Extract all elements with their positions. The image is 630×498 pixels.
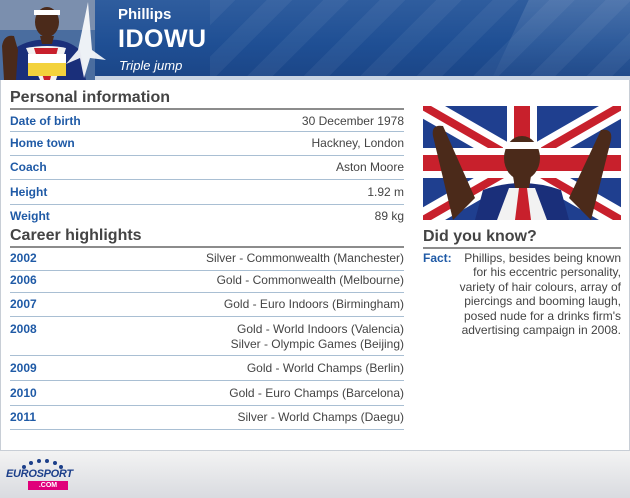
career-result-line: Gold - World Indoors (Valencia) xyxy=(237,322,404,336)
career-highlights-heading: Career highlights xyxy=(10,227,404,248)
info-label: Date of birth xyxy=(10,114,81,128)
info-value: 1.92 m xyxy=(367,185,404,199)
career-result-line: Silver - Olympic Games (Beijing) xyxy=(230,337,404,351)
career-row-2009: 2009 Gold - World Champs (Berlin) xyxy=(10,361,404,381)
career-year: 2010 xyxy=(10,386,37,400)
info-row-home-town: Home town Hackney, London xyxy=(10,136,404,156)
info-row-date-of-birth: Date of birth 30 December 1978 xyxy=(10,114,404,132)
info-label: Home town xyxy=(10,136,75,150)
career-row-2006: 2006 Gold - Commonwealth (Melbourne) xyxy=(10,273,404,293)
career-year: 2007 xyxy=(10,297,37,311)
career-year: 2011 xyxy=(10,410,37,424)
career-result: Gold - Commonwealth (Melbourne) xyxy=(216,273,404,287)
career-row-2010: 2010 Gold - Euro Champs (Barcelona) xyxy=(10,386,404,406)
career-result: Gold - Euro Champs (Barcelona) xyxy=(229,386,404,400)
star-decoration xyxy=(66,2,106,78)
career-year: 2008 xyxy=(10,322,37,336)
footer-bar xyxy=(0,450,630,498)
did-you-know-heading: Did you know? xyxy=(423,228,621,249)
career-year: 2002 xyxy=(10,251,37,265)
info-value: Aston Moore xyxy=(335,160,404,174)
athlete-event: Triple jump xyxy=(119,58,183,73)
career-row-2007: 2007 Gold - Euro Indoors (Birmingham) xyxy=(10,297,404,317)
info-label: Weight xyxy=(10,209,50,223)
info-label: Coach xyxy=(10,160,47,174)
info-value: 89 kg xyxy=(374,209,404,223)
career-year: 2009 xyxy=(10,361,37,375)
career-result: Gold - World Champs (Berlin) xyxy=(246,361,404,375)
athlete-last-name: IDOWU xyxy=(118,25,207,53)
career-row-2002: 2002 Silver - Commonwealth (Manchester) xyxy=(10,251,404,271)
fact-text: Phillips, besides being known for his ec… xyxy=(459,251,621,338)
career-row-2011: 2011 Silver - World Champs (Daegu) xyxy=(10,410,404,430)
logo-text: EUROSPORT xyxy=(6,468,73,480)
info-row-weight: Weight 89 kg xyxy=(10,209,404,227)
info-row-height: Height 1.92 m xyxy=(10,185,404,205)
eurosport-logo[interactable]: EUROSPORT .COM xyxy=(4,456,74,492)
personal-info-heading: Personal information xyxy=(10,89,404,110)
career-result: Gold - World Indoors (Valencia) Silver -… xyxy=(231,322,404,352)
career-row-2008: 2008 Gold - World Indoors (Valencia) Sil… xyxy=(10,322,404,356)
logo-subtext: .COM xyxy=(28,481,68,490)
info-row-coach: Coach Aston Moore xyxy=(10,160,404,180)
fact-label: Fact: xyxy=(423,251,452,265)
info-value: Hackney, London xyxy=(311,136,404,150)
career-result: Silver - World Champs (Daegu) xyxy=(237,410,405,424)
info-value: 30 December 1978 xyxy=(301,114,404,128)
athlete-photo xyxy=(423,106,621,220)
career-result: Silver - Commonwealth (Manchester) xyxy=(205,251,404,265)
career-year: 2006 xyxy=(10,273,37,287)
career-result: Gold - Euro Indoors (Birmingham) xyxy=(223,297,404,311)
athlete-first-name: Phillips xyxy=(118,6,172,23)
info-label: Height xyxy=(10,185,48,199)
